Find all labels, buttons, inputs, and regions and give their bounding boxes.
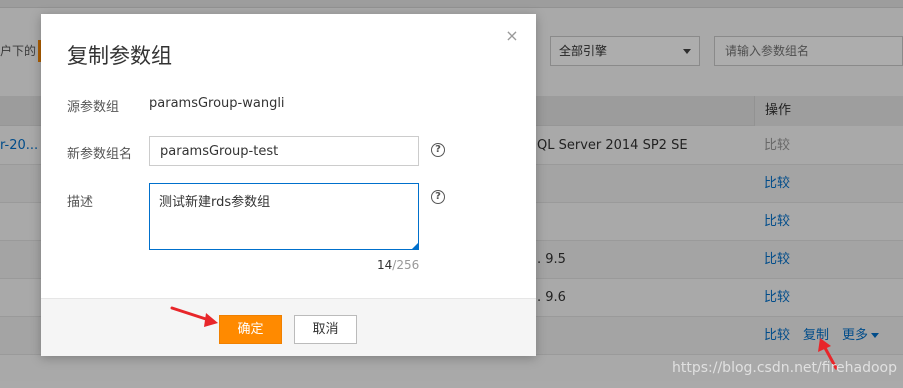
copy-param-group-dialog: 复制参数组 × 源参数组 paramsGroup-wangli 新参数组名 ? … — [41, 14, 536, 356]
help-icon[interactable]: ? — [431, 143, 445, 157]
description-textarea[interactable]: 测试新建rds参数组 — [149, 183, 419, 250]
char-counter: 14/256 — [377, 258, 419, 272]
close-icon[interactable]: × — [503, 27, 521, 45]
char-count-max: /256 — [392, 258, 420, 272]
source-group-value: paramsGroup-wangli — [149, 96, 285, 111]
watermark-text: https://blog.csdn.net/firehadoop — [672, 360, 897, 376]
source-group-label: 源参数组 — [67, 100, 120, 115]
new-group-name-input[interactable] — [149, 136, 419, 166]
dialog-title: 复制参数组 — [67, 44, 172, 68]
cancel-button[interactable]: 取消 — [294, 315, 357, 344]
confirm-button[interactable]: 确定 — [219, 315, 282, 344]
new-group-name-label: 新参数组名 — [67, 147, 133, 162]
description-label: 描述 — [67, 195, 94, 210]
textarea-resize-handle[interactable] — [412, 243, 418, 249]
dialog-footer: 确定 取消 — [41, 298, 536, 356]
help-icon[interactable]: ? — [431, 190, 445, 204]
char-count-current: 14 — [377, 258, 393, 272]
